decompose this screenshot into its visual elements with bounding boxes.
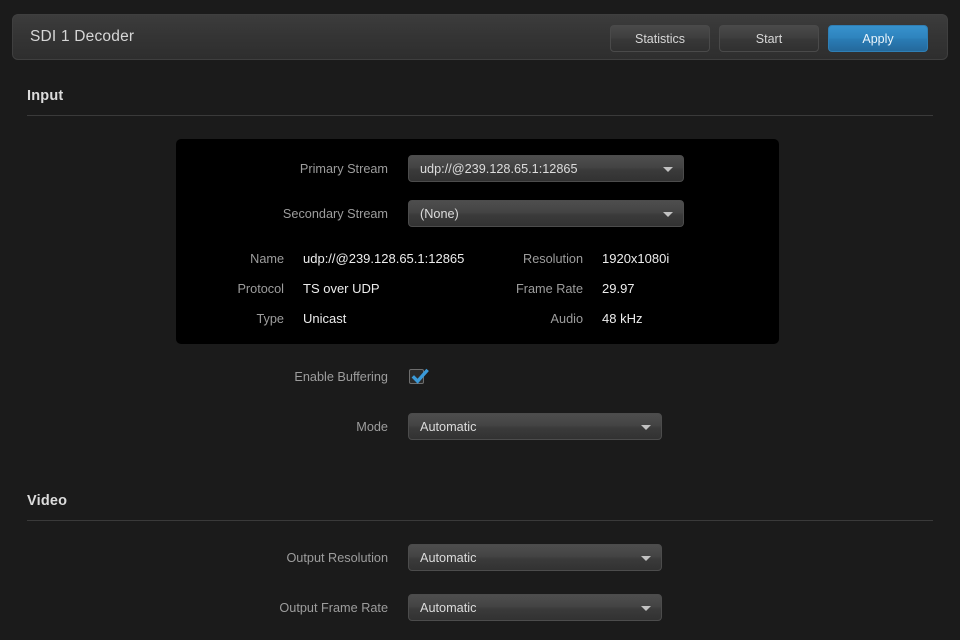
enable-buffering-checkbox[interactable] xyxy=(409,369,424,384)
checkmark-icon xyxy=(410,367,430,387)
output-resolution-value: Automatic xyxy=(420,551,502,565)
output-frame-rate-value: Automatic xyxy=(420,601,502,615)
chevron-down-icon xyxy=(663,167,673,172)
output-frame-rate-label: Output Frame Rate xyxy=(176,601,388,615)
apply-button[interactable]: Apply xyxy=(828,25,928,52)
chevron-down-icon xyxy=(641,425,651,430)
stream-detail-name-value: udp://@239.128.65.1:12865 xyxy=(303,251,464,266)
window-title-bar: SDI 1 Decoder Statistics Start Apply xyxy=(12,14,948,60)
stream-detail-audio: Audio 48 kHz xyxy=(466,311,642,326)
chevron-down-icon xyxy=(641,606,651,611)
secondary-stream-select[interactable]: (None) xyxy=(408,200,684,227)
stream-detail-name-key: Name xyxy=(184,252,284,266)
start-button[interactable]: Start xyxy=(719,25,819,52)
stream-detail-name: Name udp://@239.128.65.1:12865 xyxy=(184,251,464,266)
primary-stream-label: Primary Stream xyxy=(176,162,388,176)
stream-detail-frame-rate-key: Frame Rate xyxy=(466,282,583,296)
stream-info-panel: Primary Stream udp://@239.128.65.1:12865… xyxy=(176,139,779,344)
stream-detail-audio-value: 48 kHz xyxy=(602,311,642,326)
chevron-down-icon xyxy=(663,212,673,217)
video-section-divider xyxy=(27,520,933,521)
input-section-title: Input xyxy=(27,88,960,104)
stream-detail-resolution: Resolution 1920x1080i xyxy=(466,251,669,266)
output-frame-rate-select[interactable]: Automatic xyxy=(408,594,662,621)
output-frame-rate-row: Output Frame Rate Automatic xyxy=(176,594,684,621)
input-section-divider xyxy=(27,115,933,116)
mode-select[interactable]: Automatic xyxy=(408,413,662,440)
secondary-stream-value: (None) xyxy=(420,207,485,221)
primary-stream-row: Primary Stream udp://@239.128.65.1:12865 xyxy=(176,155,684,182)
mode-value: Automatic xyxy=(420,420,502,434)
enable-buffering-label: Enable Buffering xyxy=(176,370,388,384)
stream-detail-protocol: Protocol TS over UDP xyxy=(184,281,380,296)
stream-detail-protocol-key: Protocol xyxy=(184,282,284,296)
video-section: Video xyxy=(0,493,960,521)
application-window: SDI 1 Decoder Statistics Start Apply Inp… xyxy=(0,0,960,640)
output-resolution-label: Output Resolution xyxy=(176,551,388,565)
statistics-button[interactable]: Statistics xyxy=(610,25,710,52)
video-section-title: Video xyxy=(27,493,960,509)
stream-detail-type: Type Unicast xyxy=(184,311,346,326)
enable-buffering-row: Enable Buffering xyxy=(176,369,684,384)
primary-stream-value: udp://@239.128.65.1:12865 xyxy=(420,162,604,176)
mode-row: Mode Automatic xyxy=(176,413,684,440)
stream-detail-frame-rate: Frame Rate 29.97 xyxy=(466,281,635,296)
input-section: Input xyxy=(0,88,960,116)
stream-detail-audio-key: Audio xyxy=(466,312,583,326)
stream-detail-type-value: Unicast xyxy=(303,311,346,326)
chevron-down-icon xyxy=(641,556,651,561)
stream-detail-resolution-key: Resolution xyxy=(466,252,583,266)
page-title: SDI 1 Decoder xyxy=(30,28,134,46)
output-resolution-row: Output Resolution Automatic xyxy=(176,544,684,571)
stream-detail-protocol-value: TS over UDP xyxy=(303,281,380,296)
mode-label: Mode xyxy=(176,420,388,434)
stream-detail-type-key: Type xyxy=(184,312,284,326)
secondary-stream-row: Secondary Stream (None) xyxy=(176,200,684,227)
secondary-stream-label: Secondary Stream xyxy=(176,207,388,221)
stream-detail-frame-rate-value: 29.97 xyxy=(602,281,635,296)
title-bar-actions: Statistics Start Apply xyxy=(610,25,928,52)
output-resolution-select[interactable]: Automatic xyxy=(408,544,662,571)
primary-stream-select[interactable]: udp://@239.128.65.1:12865 xyxy=(408,155,684,182)
stream-detail-resolution-value: 1920x1080i xyxy=(602,251,669,266)
